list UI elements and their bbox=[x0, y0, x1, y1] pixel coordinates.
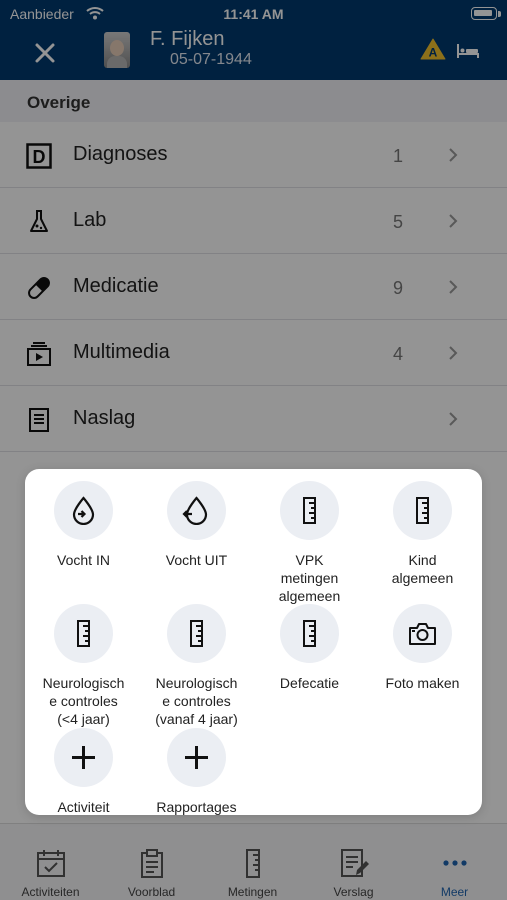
plus-icon bbox=[72, 746, 95, 769]
plus-icon bbox=[185, 746, 208, 769]
action-label: Vocht UIT bbox=[165, 552, 228, 568]
action-label: Neurologisch e controles (vanaf 4 jaar) bbox=[155, 675, 238, 727]
action-popup: Vocht IN Vocht UIT VPK metingen algemeen bbox=[25, 469, 482, 815]
drop-out-icon bbox=[182, 496, 208, 525]
ruler-icon bbox=[190, 620, 203, 647]
action-label: VPK metingen algemeen bbox=[278, 552, 341, 604]
action-label: Defecatie bbox=[279, 675, 340, 691]
camera-icon bbox=[409, 623, 436, 645]
action-label: Foto maken bbox=[385, 675, 460, 691]
action-label: Kind algemeen bbox=[391, 552, 454, 586]
drop-in-icon bbox=[72, 496, 95, 525]
ruler-icon bbox=[416, 497, 429, 524]
ruler-icon bbox=[77, 620, 90, 647]
action-label: Activiteit bbox=[57, 799, 110, 815]
ruler-icon bbox=[303, 497, 316, 524]
action-label: Neurologisch e controles (<4 jaar) bbox=[42, 675, 125, 727]
action-label: Vocht IN bbox=[57, 552, 110, 568]
ruler-icon bbox=[303, 620, 316, 647]
action-label: Rapportages bbox=[156, 799, 237, 815]
